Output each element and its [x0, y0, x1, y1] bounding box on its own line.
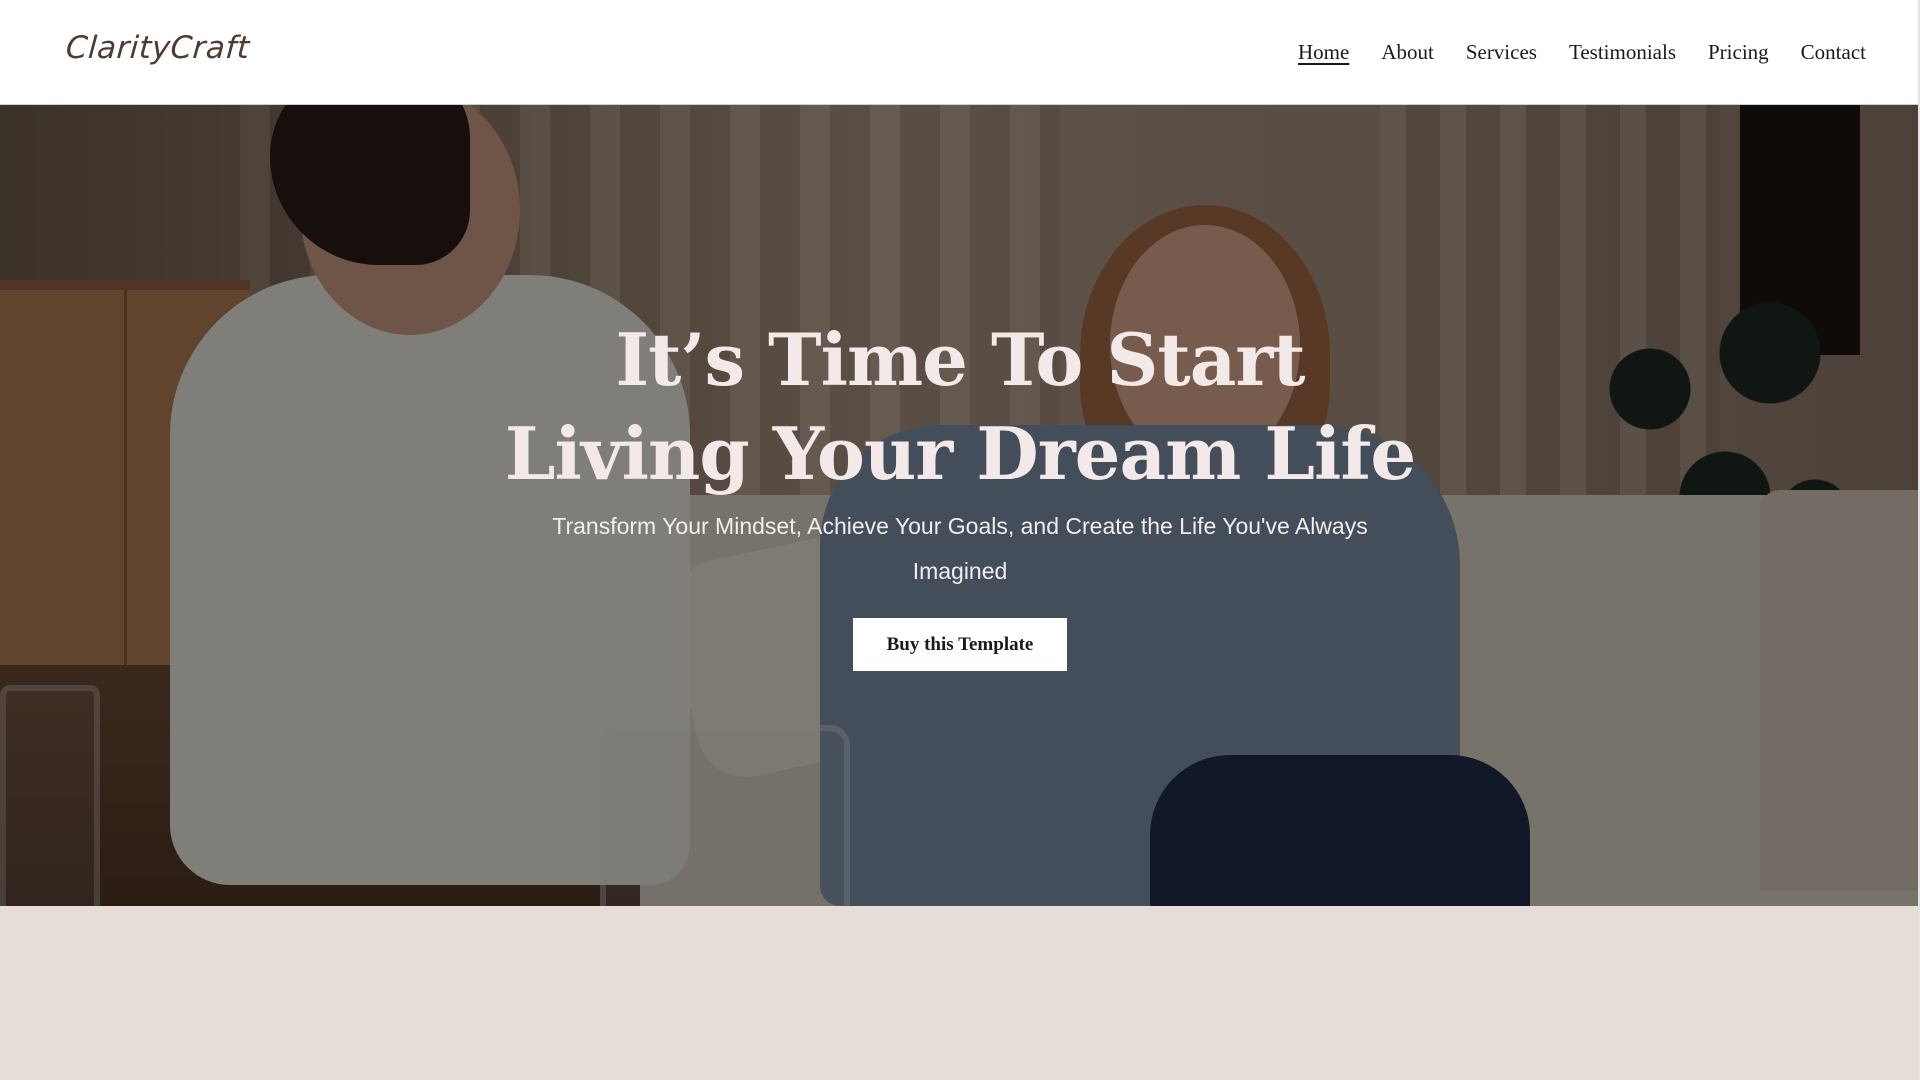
hero-section: It’s Time To Start Living Your Dream Lif… — [0, 105, 1920, 906]
nav-services[interactable]: Services — [1466, 38, 1537, 66]
hero-subtitle: Transform Your Mindset, Achieve Your Goa… — [500, 504, 1420, 594]
hero-content: It’s Time To Start Living Your Dream Lif… — [0, 105, 1920, 906]
nav-about[interactable]: About — [1381, 38, 1434, 66]
hero-subtitle-line2: Imagined — [912, 558, 1008, 584]
nav-pricing[interactable]: Pricing — [1708, 38, 1769, 66]
logo[interactable]: ClarityCraft — [65, 30, 251, 66]
nav-contact[interactable]: Contact — [1801, 38, 1866, 66]
hero-subtitle-line1: Transform Your Mindset, Achieve Your Goa… — [552, 513, 1368, 539]
hero-title: It’s Time To Start Living Your Dream Lif… — [480, 313, 1440, 501]
site-header: ClarityCraft Home About Services Testimo… — [0, 0, 1920, 105]
hero-title-line2: Living Your Dream Life — [504, 411, 1416, 496]
buy-template-button[interactable]: Buy this Template — [853, 618, 1067, 671]
nav-testimonials[interactable]: Testimonials — [1569, 38, 1676, 66]
main-nav: Home About Services Testimonials Pricing… — [1298, 38, 1866, 66]
next-section — [0, 906, 1920, 1080]
hero-title-line1: It’s Time To Start — [615, 317, 1305, 402]
nav-home[interactable]: Home — [1298, 38, 1349, 66]
